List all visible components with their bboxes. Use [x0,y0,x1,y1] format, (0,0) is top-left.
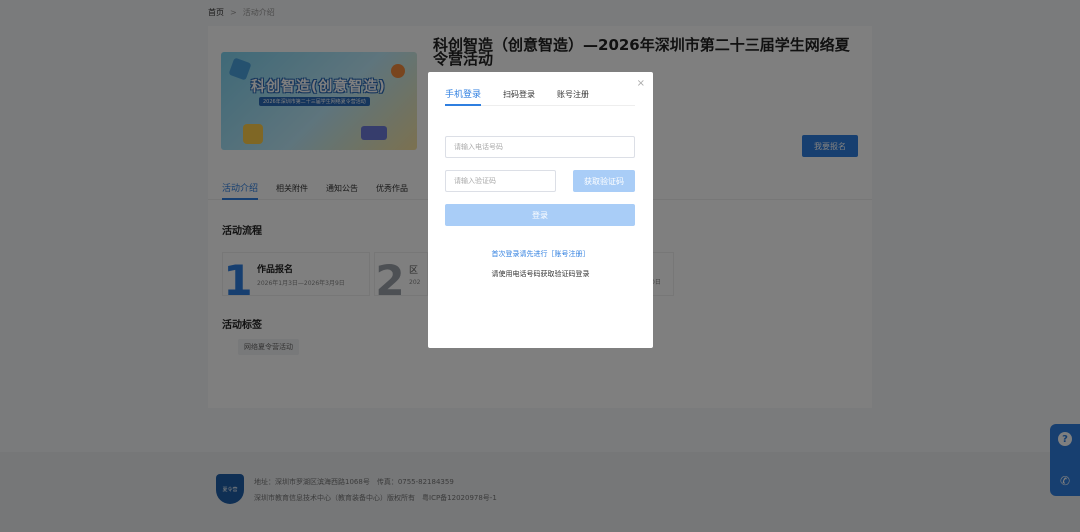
register-hint-link[interactable]: 首次登录请先进行［账号注册］ [428,249,653,259]
tab-qr-login[interactable]: 扫码登录 [503,82,535,106]
login-button[interactable]: 登录 [445,204,635,226]
login-hint: 请使用电话号码获取验证码登录 [491,270,590,278]
code-input[interactable]: 请输入验证码 [445,170,556,192]
phone-input[interactable]: 请输入电话号码 [445,136,635,158]
login-tabs: 手机登录 扫码登录 账号注册 [445,82,635,106]
get-code-button[interactable]: 获取验证码 [573,170,635,192]
tab-register[interactable]: 账号注册 [557,82,589,106]
close-icon[interactable]: × [637,78,645,89]
login-modal: 手机登录 扫码登录 账号注册 × 请输入电话号码 请输入验证码 获取验证码 登录… [428,72,653,348]
tab-phone-login[interactable]: 手机登录 [445,82,482,106]
